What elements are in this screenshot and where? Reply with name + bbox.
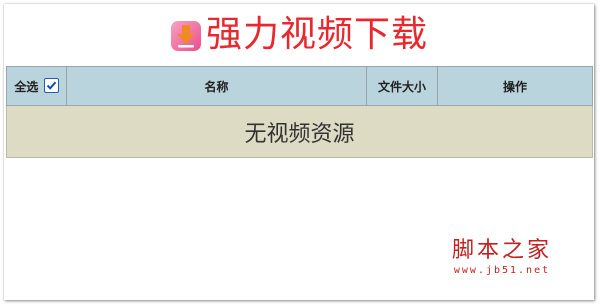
video-table: 全选 名称 文件大小 操作 无视频资源 <box>6 66 593 158</box>
watermark: 脚本之家 www.jb51.net <box>432 237 572 276</box>
empty-message: 无视频资源 <box>6 105 593 158</box>
table-header-row: 全选 名称 文件大小 操作 <box>6 66 593 106</box>
column-header-file-size[interactable]: 文件大小 <box>366 66 438 106</box>
column-header-actions[interactable]: 操作 <box>437 66 593 106</box>
column-header-name[interactable]: 名称 <box>66 66 367 106</box>
app-header: 强力视频下载 <box>4 4 594 66</box>
watermark-name: 脚本之家 <box>451 237 552 263</box>
select-all-checkbox[interactable] <box>43 77 59 93</box>
download-arrow-icon <box>170 20 202 52</box>
select-all-header: 全选 <box>6 66 67 106</box>
select-all-label: 全选 <box>14 79 39 94</box>
app-title: 强力视频下载 <box>205 14 428 55</box>
watermark-url: www.jb51.net <box>453 265 551 276</box>
app-window: 强力视频下载 全选 名称 文件大小 操作 无视频资源 脚本之家 www.jb51… <box>4 4 594 300</box>
checkmark-icon <box>46 81 56 90</box>
empty-row: 无视频资源 <box>6 105 593 158</box>
